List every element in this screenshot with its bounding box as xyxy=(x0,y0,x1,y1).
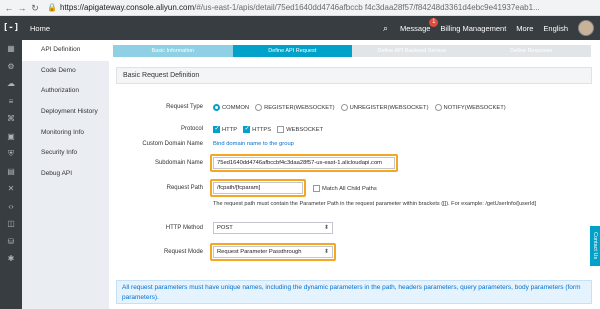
step-define-backend-service: Define API Backend Service xyxy=(352,45,472,57)
settings-icon[interactable]: ✱ xyxy=(0,250,22,268)
search-icon[interactable]: ⌕ xyxy=(383,23,388,34)
code-icon[interactable]: ‹› xyxy=(0,198,22,216)
option-label: NOTIFY(WEBSOCKET) xyxy=(443,104,506,111)
menu-item-security-info[interactable]: Security Info xyxy=(22,143,109,164)
server-icon[interactable]: ▤ xyxy=(0,163,22,181)
home-link[interactable]: Home xyxy=(30,24,50,33)
url-field[interactable]: https://apigateway.console.aliyun.com/#/… xyxy=(60,3,540,12)
list-icon[interactable]: ≡ xyxy=(0,93,22,111)
box-icon[interactable]: ▣ xyxy=(0,128,22,146)
language-switch[interactable]: English xyxy=(543,24,568,33)
info-banner: All request parameters must have unique … xyxy=(116,280,592,304)
protocol-https[interactable]: HTTPS xyxy=(243,125,272,133)
request-mode-value: Request Parameter Passthrough xyxy=(217,249,302,255)
request-path-label: Request Path xyxy=(166,185,203,191)
radio-icon xyxy=(255,104,263,111)
step-define-response: Define Response xyxy=(471,45,591,57)
option-label: REGISTER(WEBSOCKET) xyxy=(264,104,335,111)
section-title: Basic Request Definition xyxy=(116,67,592,84)
checkbox-icon xyxy=(313,185,320,192)
radio-checked-icon xyxy=(213,104,220,111)
request-mode-label: Request Mode xyxy=(163,249,203,255)
radio-icon xyxy=(434,104,442,111)
wizard-steps: Basic Information Define API Request Def… xyxy=(113,45,591,57)
lock-icon: 🔒 xyxy=(47,3,57,12)
forward-icon[interactable]: → xyxy=(17,3,27,13)
menu-item-deployment-history[interactable]: Deployment History xyxy=(22,102,109,123)
option-label: UNREGISTER(WEBSOCKET) xyxy=(349,104,429,111)
avatar[interactable] xyxy=(578,20,594,36)
chevron-down-icon: ⬍ xyxy=(323,225,329,231)
checkbox-checked-icon xyxy=(243,125,251,133)
layers-icon[interactable]: ◫ xyxy=(0,215,22,233)
menu-item-authorization[interactable]: Authorization xyxy=(22,81,109,102)
top-navigation: [-] Home ⌕ Message 1 Billing Management M… xyxy=(0,16,600,40)
checkbox-icon xyxy=(277,126,285,133)
protocol-http[interactable]: HTTP xyxy=(213,125,238,133)
menu-item-monitoring-info[interactable]: Monitoring Info xyxy=(22,123,109,144)
subdomain-label: Subdomain Name xyxy=(154,160,203,166)
match-all-child-paths[interactable]: Match All Child Paths xyxy=(313,185,377,192)
request-path-hint: The request path must contain the Parame… xyxy=(213,201,537,207)
request-type-options: COMMON REGISTER(WEBSOCKET) UNREGISTER(WE… xyxy=(213,104,512,111)
more-menu[interactable]: More xyxy=(516,24,533,33)
left-menu: API Definition Code Demo Authorization D… xyxy=(22,40,109,309)
network-icon[interactable]: ⌘ xyxy=(0,110,22,128)
grid-icon[interactable]: ▦ xyxy=(0,40,22,58)
subdomain-field[interactable]: 75ed1640dd4746afbccbf4c3daa28f57-us-east… xyxy=(213,157,395,169)
cross-icon[interactable]: ✕ xyxy=(0,180,22,198)
menu-item-api-definition[interactable]: API Definition xyxy=(22,40,109,61)
option-label: HTTP xyxy=(222,126,238,133)
message-count-badge: 1 xyxy=(429,17,439,27)
step-basic-information[interactable]: Basic Information xyxy=(113,45,233,57)
protocol-websocket[interactable]: WEBSOCKET xyxy=(277,126,323,133)
menu-item-debug-api[interactable]: Debug API xyxy=(22,164,109,185)
request-type-notify[interactable]: NOTIFY(WEBSOCKET) xyxy=(434,104,506,111)
url-host: apigateway.console.aliyun.com xyxy=(83,3,195,12)
http-method-value: POST xyxy=(217,225,233,231)
radio-icon xyxy=(340,104,348,111)
console-logo[interactable]: [-] xyxy=(0,16,22,40)
protocol-options: HTTP HTTPS WEBSOCKET xyxy=(213,125,329,133)
option-label: HTTPS xyxy=(252,126,272,133)
contact-us-button[interactable]: Contact Us xyxy=(590,226,600,266)
gear-icon[interactable]: ⚙ xyxy=(0,58,22,76)
request-type-unregister[interactable]: UNREGISTER(WEBSOCKET) xyxy=(340,104,429,111)
bind-domain-link[interactable]: Bind domain name to the group xyxy=(213,141,294,147)
custom-domain-label: Custom Domain Name xyxy=(142,141,203,147)
url-prefix: https:// xyxy=(59,3,84,12)
request-type-common[interactable]: COMMON xyxy=(213,104,249,111)
database-icon[interactable]: ⛁ xyxy=(0,233,22,251)
icon-sidebar: ▦ ⚙ ☁ ≡ ⌘ ▣ ⛨ ▤ ✕ ‹› ◫ ⛁ ✱ xyxy=(0,40,22,309)
request-path-input[interactable]: /fcpath/[fcparam] xyxy=(213,182,303,194)
menu-item-code-demo[interactable]: Code Demo xyxy=(22,61,109,82)
browser-address-bar: ← → ↻ 🔒 https://apigateway.console.aliyu… xyxy=(0,0,600,16)
protocol-label: Protocol xyxy=(180,126,203,132)
cloud-icon[interactable]: ☁ xyxy=(0,75,22,93)
chevron-down-icon: ⬍ xyxy=(323,249,329,255)
option-label: WEBSOCKET xyxy=(286,126,324,133)
option-label: COMMON xyxy=(222,104,250,111)
http-method-label: HTTP Method xyxy=(165,225,203,231)
match-all-label: Match All Child Paths xyxy=(322,185,377,192)
main-content: Basic Information Define API Request Def… xyxy=(109,40,600,309)
checkbox-checked-icon xyxy=(213,125,220,133)
message-label: Message xyxy=(399,23,431,33)
request-mode-select[interactable]: Request Parameter Passthrough ⬍ xyxy=(213,246,333,258)
http-method-select[interactable]: POST ⬍ xyxy=(213,222,333,234)
message-link[interactable]: Message 1 xyxy=(399,17,439,33)
request-type-register[interactable]: REGISTER(WEBSOCKET) xyxy=(255,104,335,111)
step-define-api-request: Define API Request xyxy=(232,45,352,57)
reload-icon[interactable]: ↻ xyxy=(30,3,40,13)
shield-icon[interactable]: ⛨ xyxy=(0,145,22,163)
request-type-label: Request Type xyxy=(166,104,203,110)
billing-link[interactable]: Billing Management xyxy=(440,24,506,33)
url-path: /#/us-east-1/apis/detail/75ed1640dd4746a… xyxy=(194,3,540,12)
back-icon[interactable]: ← xyxy=(4,3,14,13)
